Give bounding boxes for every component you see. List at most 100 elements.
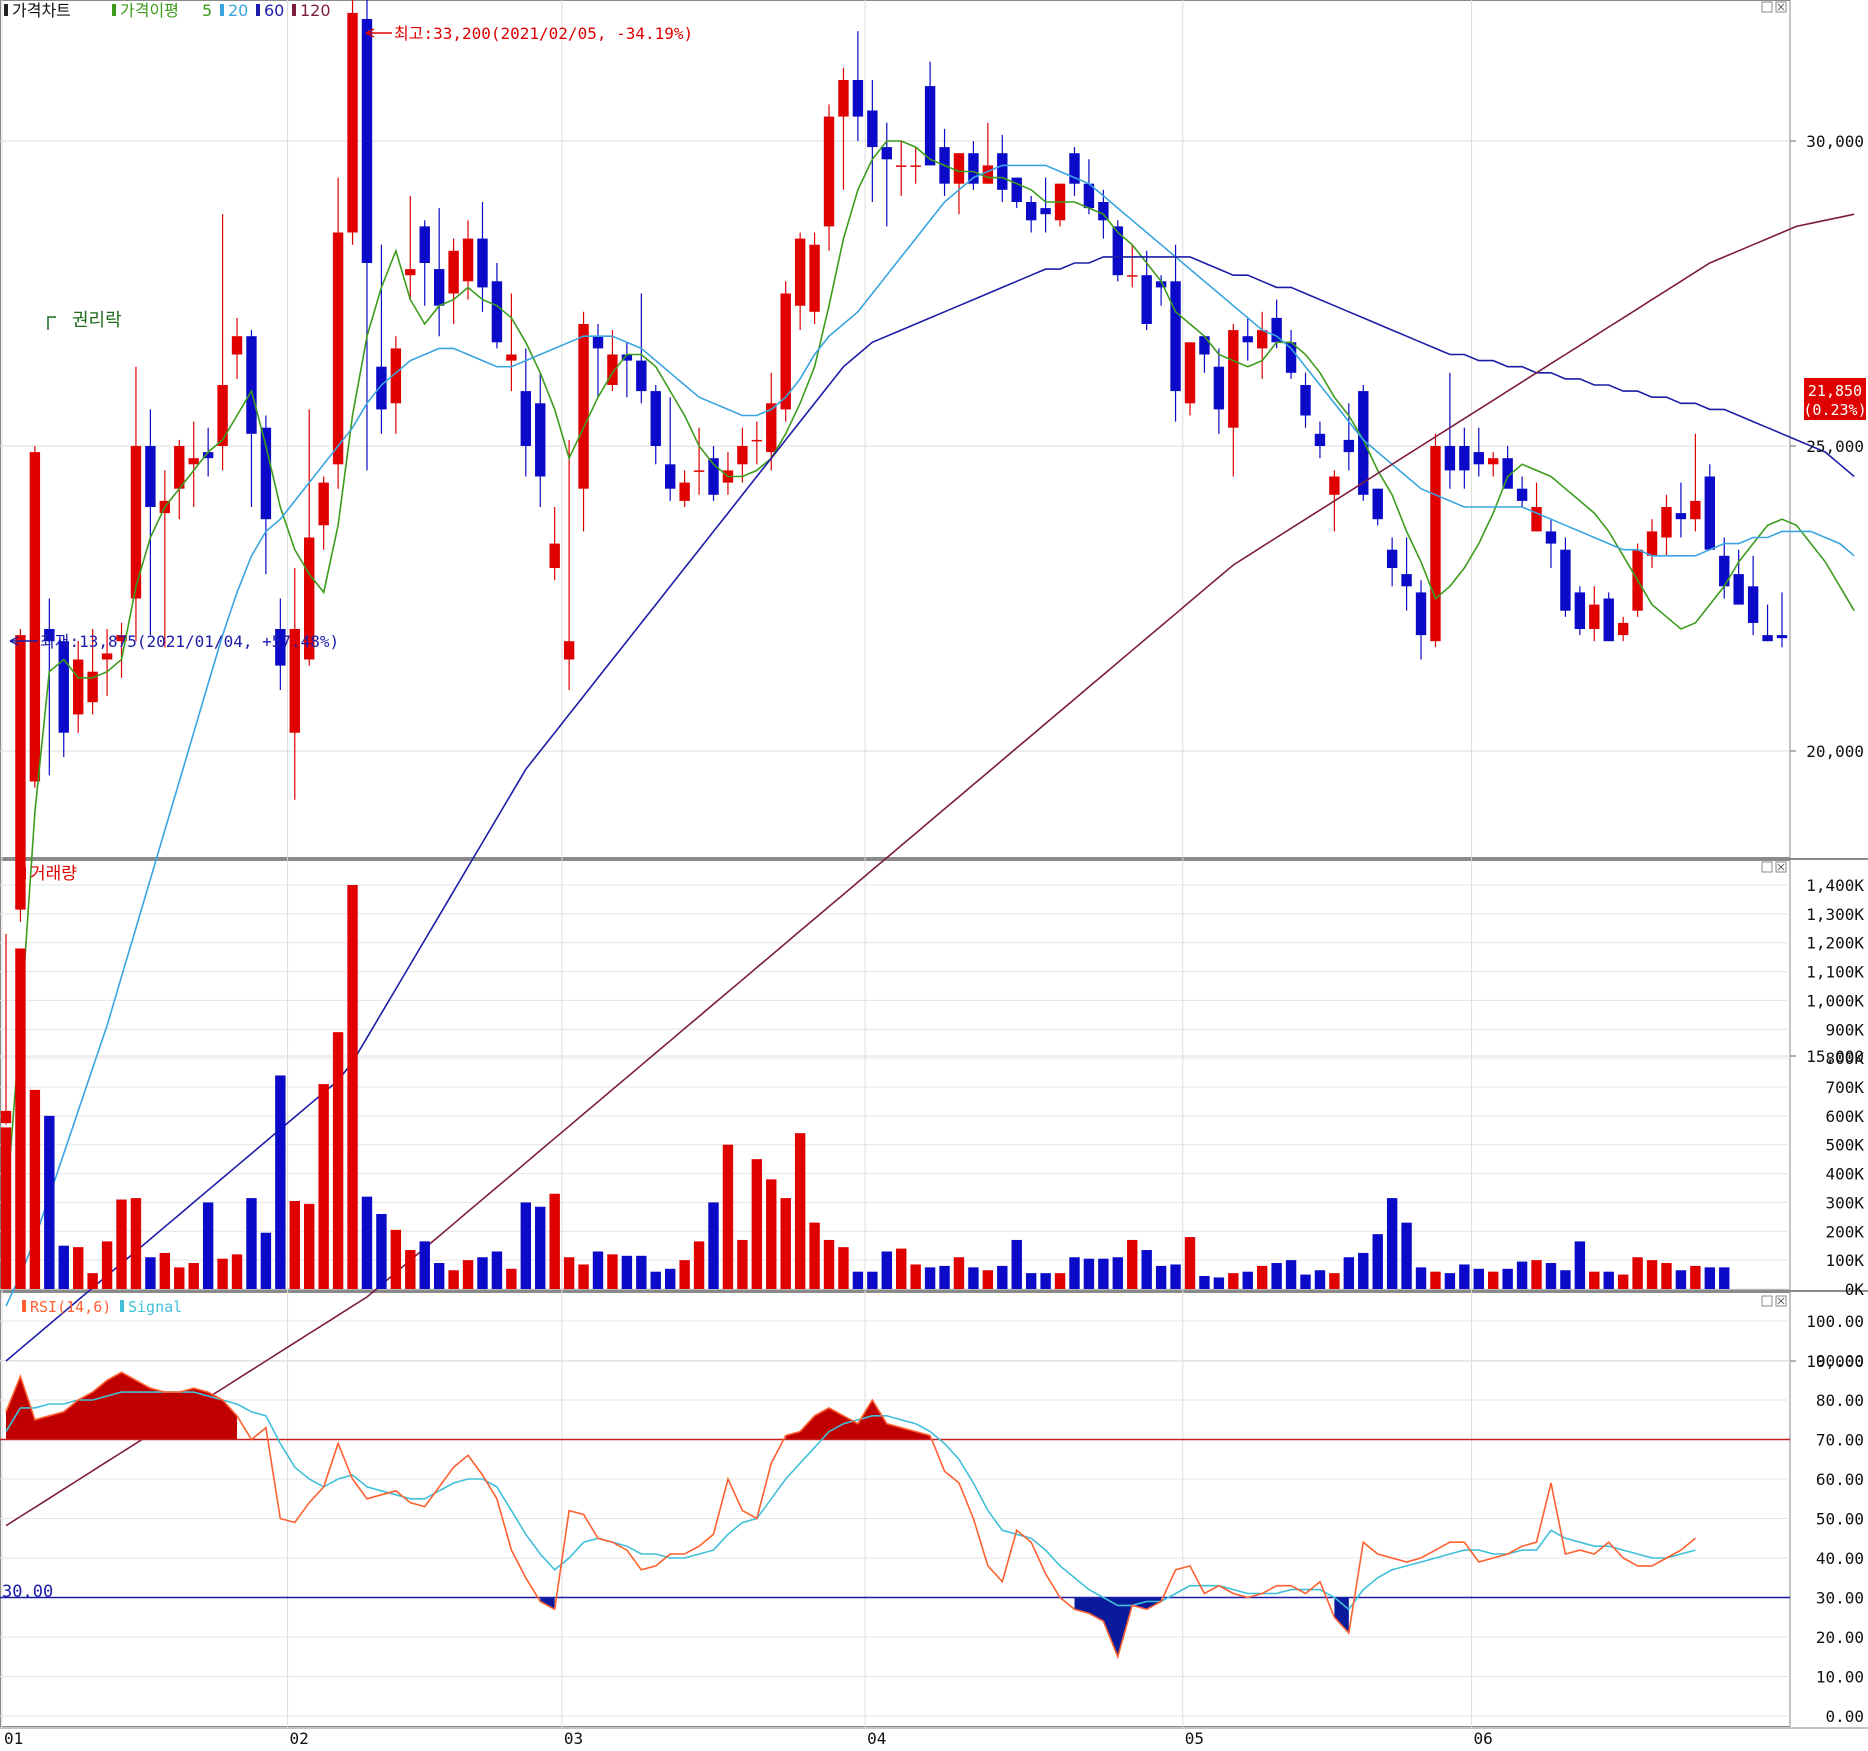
volume-bar <box>1386 1198 1398 1289</box>
candle-body <box>1242 336 1253 343</box>
volume-bar <box>1228 1273 1239 1289</box>
volume-bar <box>1690 1265 1701 1289</box>
legend-ma-prefix: 가격이평 <box>120 1 179 20</box>
high-annotation: 최고:33,200(2021/02/05, -34.19%) <box>365 24 693 43</box>
candle-body <box>1617 622 1629 636</box>
candle-body <box>1127 275 1138 277</box>
volume-bar <box>636 1255 647 1289</box>
candle-body <box>1285 342 1297 373</box>
volume-bar <box>708 1202 719 1289</box>
volume-bar <box>1719 1267 1730 1289</box>
rsi-y-tick: 80.00 <box>1816 1391 1864 1410</box>
candle-body <box>881 147 892 160</box>
candle-body <box>101 653 113 660</box>
candle-body <box>838 80 849 117</box>
candle-body <box>924 86 936 166</box>
volume-bar <box>1199 1276 1210 1289</box>
low-label: 최저:13,875(2021/01/04, +57.48%) <box>40 632 339 651</box>
candle-body <box>664 464 676 489</box>
minimize-icon[interactable] <box>1761 1 1773 13</box>
volume-bar <box>1430 1271 1441 1289</box>
volume-bar <box>1213 1277 1225 1289</box>
volume-bar <box>1329 1273 1340 1289</box>
volume-y-tick: 300K <box>1825 1193 1864 1212</box>
volume-bar <box>101 1241 113 1289</box>
candle-body <box>174 446 185 489</box>
volume-bar <box>159 1252 171 1289</box>
volume-bar <box>1300 1274 1311 1289</box>
volume-bar <box>1242 1271 1253 1289</box>
volume-bar <box>0 1127 12 1289</box>
candle-body <box>318 482 329 526</box>
volume-bar <box>1617 1274 1629 1289</box>
volume-y-tick: 0K <box>1845 1280 1865 1299</box>
candle-body <box>1430 446 1441 642</box>
volume-y-tick: 400K <box>1825 1165 1864 1184</box>
candle-body <box>1574 592 1586 629</box>
volume-bar <box>1314 1270 1326 1289</box>
volume-bar <box>535 1206 546 1289</box>
candle-body <box>1516 488 1528 501</box>
candle-body <box>852 80 864 117</box>
candle-body <box>1488 458 1499 465</box>
rsi-threshold-30-label: 30.00 <box>2 1582 53 1602</box>
candle-body <box>1199 336 1210 355</box>
candle-body <box>332 232 344 465</box>
legend-price-chart: 가격차트 <box>12 1 71 20</box>
candle-body <box>231 336 243 355</box>
volume-bar <box>433 1263 445 1289</box>
volume-bar <box>997 1265 1008 1289</box>
volume-bar <box>1358 1252 1369 1289</box>
signal-title: Signal <box>128 1298 182 1316</box>
candle-body <box>29 452 41 782</box>
candle-body <box>1386 549 1398 568</box>
volume-bar <box>130 1198 142 1289</box>
volume-bar <box>1098 1258 1109 1289</box>
candle-body <box>1401 574 1412 587</box>
volume-bar <box>275 1075 286 1289</box>
price-y-tick: 30,000 <box>1806 132 1864 151</box>
candle-body <box>1473 452 1484 465</box>
rsi-y-tick: 10.00 <box>1816 1668 1864 1687</box>
minimize-icon[interactable] <box>1761 861 1773 873</box>
candle-body <box>260 427 272 520</box>
volume-bar <box>737 1239 748 1289</box>
candle-body <box>448 250 459 294</box>
candle-body <box>535 403 546 477</box>
candle-body <box>1444 446 1456 471</box>
candle-body <box>1256 330 1268 349</box>
volume-bar <box>1112 1257 1124 1289</box>
rsi-y-tick: 90.00 <box>1816 1352 1864 1371</box>
rsi-y-tick: 40.00 <box>1816 1549 1864 1568</box>
volume-bar <box>1155 1265 1167 1289</box>
candle-body <box>1560 549 1571 611</box>
candle-body <box>58 641 69 733</box>
volume-bar <box>289 1200 300 1289</box>
candle-body <box>477 238 488 288</box>
volume-bar <box>318 1084 329 1289</box>
candle-body <box>506 354 517 361</box>
volume-y-tick: 1,400K <box>1806 876 1864 895</box>
candle-body <box>867 110 878 148</box>
price-legend: 가격차트 가격이평 5 20 60 120 <box>4 1 331 20</box>
candle-body <box>376 366 387 410</box>
volume-bar <box>520 1202 532 1289</box>
candle-body <box>636 360 647 392</box>
candle-body <box>1112 226 1124 276</box>
candle-body <box>1589 604 1600 629</box>
volume-bar <box>188 1263 199 1289</box>
candle-body <box>1747 586 1759 623</box>
volume-bar <box>1141 1250 1152 1289</box>
volume-bar <box>72 1247 84 1289</box>
volume-bar <box>145 1257 156 1289</box>
volume-y-tick: 200K <box>1825 1222 1864 1241</box>
minimize-icon[interactable] <box>1761 1295 1773 1307</box>
rsi-y-tick: 30.00 <box>1816 1589 1864 1608</box>
candle-body <box>968 153 979 184</box>
candle-body <box>1329 476 1340 495</box>
rsi-y-tick: 50.00 <box>1816 1510 1864 1529</box>
volume-bar <box>1271 1263 1282 1289</box>
volume-bar <box>867 1271 878 1289</box>
candle-body <box>910 165 921 167</box>
candle-body <box>246 336 257 434</box>
